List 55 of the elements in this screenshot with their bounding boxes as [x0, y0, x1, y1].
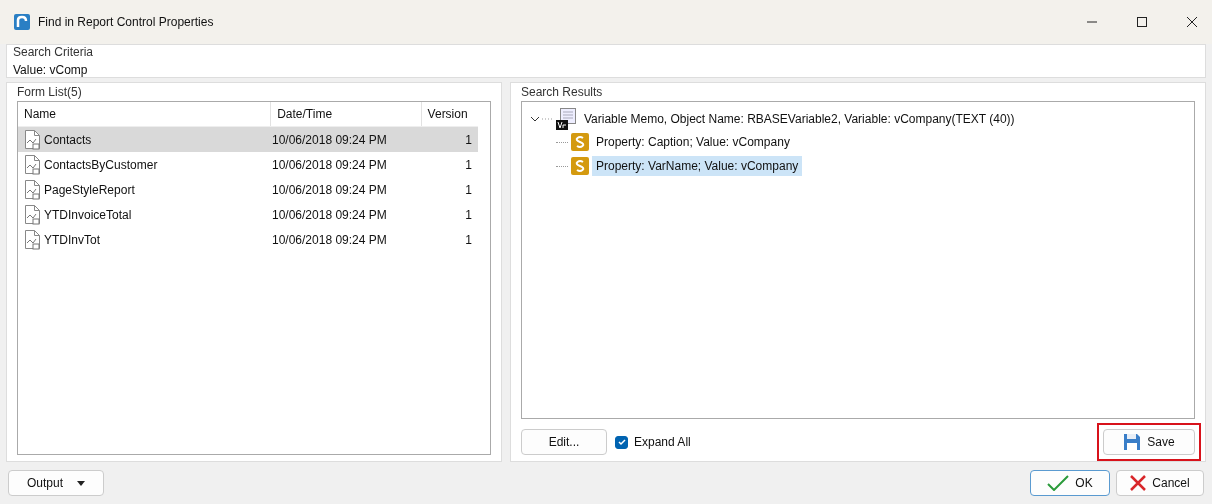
close-icon[interactable]: [1186, 16, 1198, 28]
window-title: Find in Report Control Properties: [38, 15, 214, 29]
save-button[interactable]: Save: [1103, 429, 1195, 455]
table-cell-text: 1: [464, 132, 472, 147]
form-name: Contacts: [44, 132, 92, 147]
checkmark-icon: [616, 437, 627, 447]
table-cell-text: 10/06/2018 09:24 PM: [272, 207, 388, 222]
form-name: YTDInvTot: [44, 232, 100, 247]
group-legend: Search Criteria: [13, 45, 1199, 59]
form-name: YTDInvoiceTotal: [44, 207, 132, 222]
checkmark-icon: [1047, 475, 1070, 491]
tree-item[interactable]: Property: VarName; Value: vCompany: [592, 156, 803, 176]
string-property-icon: [571, 133, 589, 151]
edit-button[interactable]: Edit...: [521, 429, 607, 455]
form-name: ContactsByCustomer: [44, 157, 158, 172]
column-header[interactable]: Date/Time: [270, 102, 421, 126]
string-property-icon: [571, 157, 589, 175]
expand-all-checkbox[interactable]: [615, 435, 628, 449]
column-header[interactable]: Version: [420, 102, 478, 126]
table-cell-text: 1: [464, 157, 472, 172]
report-file-icon: [24, 204, 42, 225]
app-icon: [14, 14, 30, 30]
chevron-icon[interactable]: [530, 114, 540, 124]
table-cell-text: 10/06/2018 09:24 PM: [272, 132, 388, 147]
cancel-button[interactable]: Cancel: [1116, 470, 1204, 496]
tree-item[interactable]: Variable Memo, Object Name: RBASEVariable2, Variable: vCompany(TEXT (40)): [580, 109, 1019, 129]
form-name: PageStyleReport: [44, 182, 135, 197]
caret-icon: [77, 480, 85, 486]
output-dropdown-button[interactable]: Output: [8, 470, 104, 496]
criteria-value: Value: vComp: [13, 63, 89, 77]
report-file-icon: [24, 129, 42, 150]
tree-connector: [542, 118, 554, 120]
variable-icon: [556, 108, 578, 130]
list-row[interactable]: PageStyleReport 10/06/2018 09:24 PM 1: [18, 177, 478, 202]
report-file-icon: [24, 229, 42, 250]
report-file-icon: [24, 179, 42, 200]
close-icon: [1130, 475, 1147, 491]
list-row[interactable]: YTDInvTot 10/06/2018 09:24 PM 1: [18, 227, 478, 252]
table-cell-text: 10/06/2018 09:24 PM: [272, 182, 388, 197]
report-file-icon: [24, 154, 42, 175]
table-cell-text: 10/06/2018 09:24 PM: [272, 157, 388, 172]
group-legend: Search Results: [521, 85, 1195, 99]
table-cell-text: 1: [464, 207, 472, 222]
table-cell-text: 1: [464, 232, 472, 247]
table-cell-text: 10/06/2018 09:24 PM: [272, 232, 388, 247]
maximize-icon[interactable]: [1136, 16, 1148, 28]
checkbox-label: Expand All: [634, 435, 691, 449]
ok-button[interactable]: OK: [1030, 470, 1110, 496]
tree-item[interactable]: Property: Caption; Value: vCompany: [592, 132, 794, 152]
list-row[interactable]: YTDInvoiceTotal 10/06/2018 09:24 PM 1: [18, 202, 478, 227]
table-cell-text: 1: [464, 182, 472, 197]
column-header[interactable]: Name: [18, 107, 271, 121]
list-row[interactable]: Contacts 10/06/2018 09:24 PM 1: [18, 127, 478, 152]
group-legend: Form List(5): [17, 85, 491, 99]
list-row[interactable]: ContactsByCustomer 10/06/2018 09:24 PM 1: [18, 152, 478, 177]
